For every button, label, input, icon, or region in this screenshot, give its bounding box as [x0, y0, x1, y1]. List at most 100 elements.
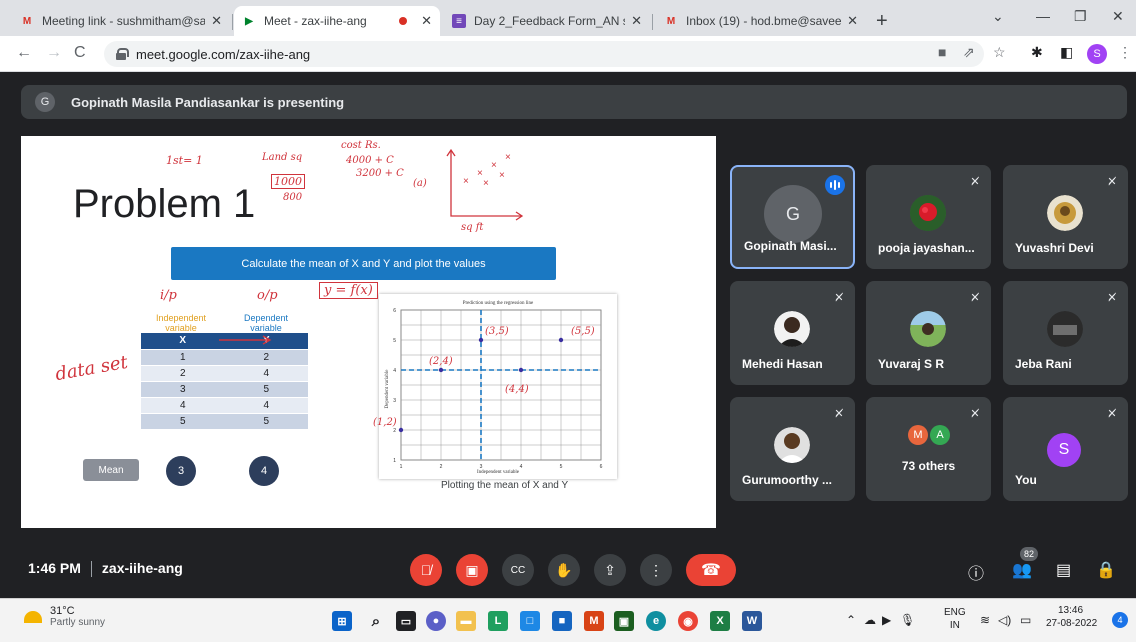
meeting-details-icon[interactable]: ⓘ: [968, 560, 984, 584]
ink-annotation: y = f(x): [319, 282, 378, 299]
clock[interactable]: 13:46: [1058, 603, 1083, 618]
chat-app-icon[interactable]: ●: [426, 611, 446, 631]
captions-button[interactable]: CC: [502, 554, 534, 586]
plot-title: Prediction using the regression line: [463, 301, 534, 306]
ink-annotation: 4000 + C: [346, 155, 394, 166]
mcafee-icon[interactable]: M: [584, 611, 604, 631]
notification-badge[interactable]: 4: [1112, 612, 1128, 628]
file-explorer-icon[interactable]: ▬: [456, 611, 476, 631]
data-point: [518, 367, 524, 373]
edge-icon[interactable]: e: [646, 611, 666, 631]
avatar: G: [764, 185, 822, 243]
participant-tile-mehedi[interactable]: ✕̸ Mehedi Hasan: [730, 281, 855, 385]
forward-icon[interactable]: →: [46, 44, 62, 62]
presenting-banner: G Gopinath Masila Pandiasankar is presen…: [21, 85, 1127, 119]
host-controls-icon[interactable]: 🔒: [1096, 560, 1116, 580]
side-panel-icon[interactable]: ◧: [1060, 44, 1073, 61]
minimize-icon[interactable]: —: [1036, 8, 1050, 24]
reload-icon[interactable]: C: [74, 44, 86, 62]
mic-off-icon: ✕̸: [970, 291, 980, 304]
data-point: [398, 427, 404, 433]
participant-tile-others[interactable]: ✕̸ M A 73 others: [866, 397, 991, 501]
chat-icon[interactable]: ▤: [1056, 560, 1071, 580]
participant-tile-gurumoorthy[interactable]: ✕̸ Gurumoorthy ...: [730, 397, 855, 501]
back-icon[interactable]: ←: [16, 44, 32, 62]
mic-off-icon: ✕̸: [834, 407, 844, 420]
ink-annotation: o/p: [257, 288, 278, 303]
lock-icon: [116, 48, 129, 60]
chrome-icon[interactable]: ◉: [678, 611, 698, 631]
word-icon[interactable]: W: [742, 611, 762, 631]
table-row: 35: [141, 381, 308, 398]
volume-icon[interactable]: ◁): [998, 613, 1011, 627]
url-bar[interactable]: meet.google.com/zax-iihe-ang: [104, 41, 984, 67]
close-tab-icon[interactable]: ✕: [847, 13, 858, 29]
excel-icon[interactable]: X: [710, 611, 730, 631]
tab-meet[interactable]: ▶ Meet - zax-iihe-ang ✕: [234, 6, 440, 36]
language-indicator[interactable]: ENG IN: [944, 606, 966, 632]
close-tab-icon[interactable]: ✕: [631, 13, 642, 29]
tab-inbox[interactable]: M Inbox (19) - hod.bme@saveetha. ✕: [656, 6, 866, 36]
onedrive-icon[interactable]: ☁: [864, 613, 876, 627]
tray-expand-icon[interactable]: ⌃: [846, 613, 856, 627]
data-point: [478, 337, 484, 343]
store-bag-icon[interactable]: ▣: [614, 611, 634, 631]
meet-tray-icon[interactable]: ▶: [882, 613, 891, 627]
close-tab-icon[interactable]: ✕: [211, 13, 222, 29]
close-window-icon[interactable]: ✕: [1112, 8, 1124, 25]
avatar: [1047, 195, 1083, 231]
new-tab-icon[interactable]: +: [876, 10, 888, 33]
app-l-icon[interactable]: L: [488, 611, 508, 631]
data-point: [558, 337, 564, 343]
task-view-icon[interactable]: ▭: [396, 611, 416, 631]
raise-hand-button[interactable]: ✋: [548, 554, 580, 586]
participant-tile-jeba[interactable]: ✕̸ Jeba Rani: [1003, 281, 1128, 385]
tab-feedback-form[interactable]: ≡ Day 2_Feedback Form_AN sessio ✕: [444, 6, 650, 36]
mean-x-value: 3: [166, 456, 196, 486]
profile-avatar[interactable]: S: [1087, 44, 1107, 64]
bookmark-star-icon[interactable]: ☆: [993, 44, 1006, 61]
participant-tile-pooja[interactable]: ✕̸ pooja jayashan...: [866, 165, 991, 269]
participant-tile-gopinath[interactable]: G Gopinath Masi...: [730, 165, 855, 269]
independent-variable-label: Independent variable: [155, 313, 207, 333]
mean-label: Mean: [83, 459, 139, 481]
battery-icon[interactable]: ▭: [1020, 613, 1031, 627]
table-row: 24: [141, 365, 308, 382]
app-blue-icon[interactable]: □: [520, 611, 540, 631]
avatar: [1047, 311, 1083, 347]
presenter-avatar: G: [35, 92, 55, 112]
x-tick-label: 3: [480, 464, 483, 470]
participant-tile-you[interactable]: ✕̸ S You: [1003, 397, 1128, 501]
weather-widget[interactable]: 31°C Partly sunny: [24, 605, 105, 628]
restore-icon[interactable]: ❐: [1074, 8, 1087, 25]
camera-icon[interactable]: ■: [938, 44, 946, 60]
more-options-button[interactable]: ⋮: [640, 554, 672, 586]
start-icon[interactable]: ⊞: [332, 611, 352, 631]
participant-tile-yuvaraj[interactable]: ✕̸ Yuvaraj S R: [866, 281, 991, 385]
close-tab-icon[interactable]: ✕: [421, 13, 432, 29]
tab-meeting-link[interactable]: M Meeting link - sushmitham@save ✕: [12, 6, 230, 36]
share-icon[interactable]: ⇗: [963, 44, 975, 61]
participant-tile-yuvashri[interactable]: ✕̸ Yuvashri Devi: [1003, 165, 1128, 269]
ink-annotation: (2,4): [429, 356, 453, 367]
participant-name: Yuvashri Devi: [1015, 241, 1094, 255]
meeting-code: zax-iihe-ang: [101, 560, 183, 576]
x-tick-label: 2: [440, 464, 443, 470]
wifi-icon[interactable]: ≋: [980, 613, 990, 627]
app-store-icon[interactable]: ■: [552, 611, 572, 631]
scatter-plot: Prediction using the regression line Ind…: [379, 294, 617, 479]
participant-name: Gurumoorthy ...: [742, 473, 832, 487]
menu-icon[interactable]: ⋮: [1118, 44, 1132, 61]
mic-off-button[interactable]: 🎙̸: [410, 554, 442, 586]
present-screen-button[interactable]: ⇪: [594, 554, 626, 586]
tab-search-icon[interactable]: ⌄: [992, 8, 1004, 25]
presentation-slide: Problem 1 Calculate the mean of X and Y …: [21, 136, 716, 528]
end-call-button[interactable]: ☎: [686, 554, 736, 586]
microphone-icon[interactable]: 🎙: [900, 613, 915, 627]
search-icon[interactable]: ⌕: [366, 611, 386, 631]
people-icon[interactable]: 👥: [1012, 560, 1032, 580]
extensions-icon[interactable]: ✱: [1031, 44, 1043, 61]
region-code: IN: [949, 620, 960, 631]
table-cell: 5: [224, 413, 308, 430]
camera-off-button[interactable]: ▣: [456, 554, 488, 586]
